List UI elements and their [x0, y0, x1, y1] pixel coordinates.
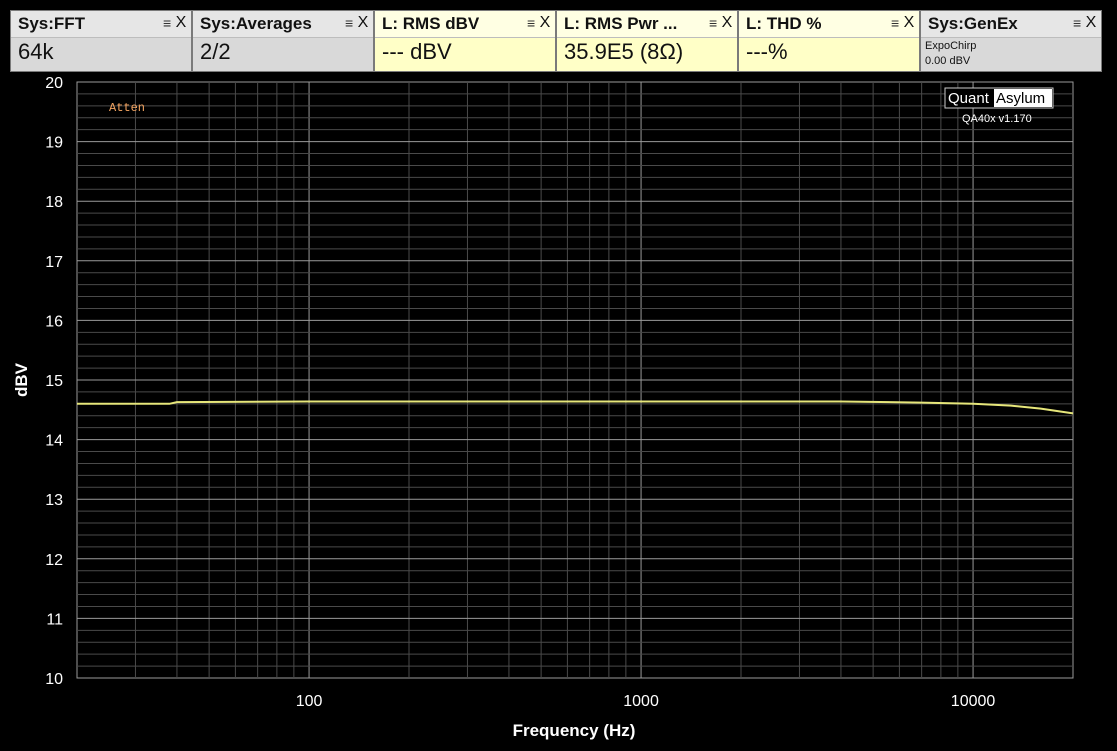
y-tick-label: 18 [45, 194, 63, 211]
y-tick-label: 14 [45, 433, 63, 450]
y-tick-label: 12 [45, 552, 63, 569]
y-tick-label: 13 [45, 492, 63, 509]
y-tick-label: 20 [45, 75, 63, 92]
y-tick-label: 17 [45, 254, 63, 271]
y-tick-label: 15 [45, 373, 63, 390]
y-tick-labels: 10 11 12 13 14 15 16 17 18 19 20 [45, 75, 63, 688]
logo-right: Asylum [996, 90, 1045, 107]
frequency-response-plot[interactable]: 10 11 12 13 14 15 16 17 18 19 20 100 1000 10000 Atte… [0, 0, 1117, 751]
logo-left: Quant [948, 90, 990, 107]
version-label: QA40x v1.170 [962, 113, 1032, 125]
x-tick-label: 1000 [623, 693, 659, 710]
y-tick-label: 10 [45, 671, 63, 688]
x-tick-label: 100 [296, 693, 323, 710]
y-tick-label: 11 [46, 611, 63, 628]
y-tick-label: 19 [45, 135, 63, 152]
x-tick-label: 10000 [951, 693, 996, 710]
x-tick-labels: 100 1000 10000 [296, 693, 996, 710]
y-tick-label: 16 [45, 313, 63, 330]
atten-annotation: Atten [109, 101, 145, 115]
y-axis-label: dBV [12, 362, 31, 397]
x-axis-label: Frequency (Hz) [513, 721, 636, 740]
